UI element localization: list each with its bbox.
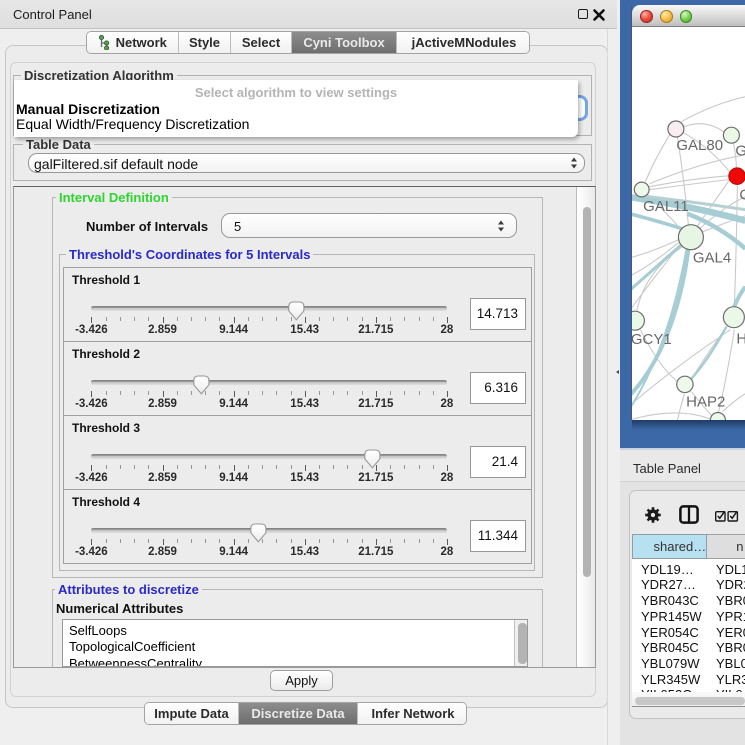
svg-text:GAL4: GAL4 xyxy=(692,250,730,267)
svg-text:HIS4: HIS4 xyxy=(736,331,745,348)
svg-text:GAL2: GAL2 xyxy=(735,143,745,160)
svg-text:GAL80: GAL80 xyxy=(676,137,723,154)
svg-text:CYC1: CYC1 xyxy=(739,187,745,204)
svg-text:HAP2: HAP2 xyxy=(686,394,725,411)
svg-text:GAL11: GAL11 xyxy=(643,198,689,215)
svg-text:GCY1: GCY1 xyxy=(632,331,672,348)
